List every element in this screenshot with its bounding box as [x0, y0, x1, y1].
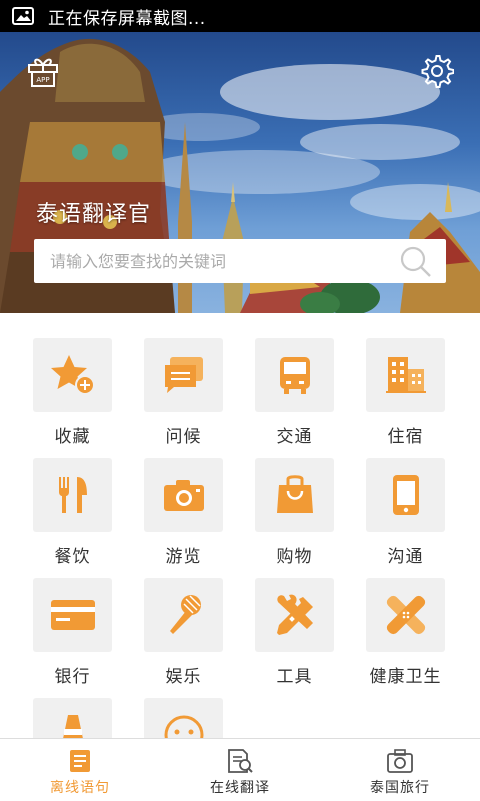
category-communication[interactable]: 沟通 — [350, 458, 461, 567]
shopping-bag-icon — [276, 475, 313, 513]
category-label: 餐饮 — [54, 547, 91, 567]
category-label: 工具 — [276, 667, 313, 687]
status-notification-text: 正在保存屏幕截图... — [48, 8, 206, 29]
category-label: 沟通 — [387, 547, 424, 567]
category-greetings[interactable]: 问候 — [128, 338, 239, 447]
gear-icon[interactable] — [420, 54, 454, 88]
microphone-icon — [169, 595, 201, 634]
category-favorites[interactable]: 收藏 — [17, 338, 128, 447]
hero-banner: APP 泰语翻译官 — [0, 32, 480, 313]
category-entertainment[interactable]: 娱乐 — [128, 578, 239, 687]
category-label: 娱乐 — [165, 667, 202, 687]
category-label: 购物 — [276, 547, 313, 567]
fork-knife-icon — [58, 477, 87, 513]
search-icon[interactable] — [398, 244, 432, 278]
category-label: 游览 — [165, 547, 202, 567]
category-sightseeing[interactable]: 游览 — [128, 458, 239, 567]
tab-label: 泰国旅行 — [370, 780, 430, 796]
tab-online-translate[interactable]: 在线翻译 — [160, 739, 320, 801]
chat-icon — [164, 357, 203, 393]
star-add-icon — [50, 355, 95, 395]
category-label: 健康卫生 — [369, 667, 442, 687]
category-accommodation[interactable]: 住宿 — [350, 338, 461, 447]
tab-label: 离线语句 — [50, 780, 110, 796]
travel-camera-icon — [387, 749, 413, 773]
search-input[interactable] — [48, 240, 398, 282]
status-bar: 正在保存屏幕截图... — [0, 0, 480, 32]
gift-icon[interactable]: APP — [26, 54, 60, 88]
bus-icon — [279, 357, 310, 394]
category-bank[interactable]: 银行 — [17, 578, 128, 687]
tab-offline-phrases[interactable]: 离线语句 — [0, 739, 160, 801]
bank-card-icon — [50, 600, 95, 630]
offline-phrases-icon — [70, 750, 90, 772]
online-translate-icon — [228, 749, 253, 773]
category-health[interactable]: 健康卫生 — [350, 578, 461, 687]
camera-icon — [163, 480, 204, 511]
category-tools[interactable]: 工具 — [239, 578, 350, 687]
phone-icon — [392, 475, 419, 515]
category-dining[interactable]: 餐饮 — [17, 458, 128, 567]
category-shopping[interactable]: 购物 — [239, 458, 350, 567]
bottom-tab-bar: 离线语句 在线翻译 泰国旅行 — [0, 738, 480, 801]
category-label: 问候 — [165, 427, 202, 447]
tools-icon — [276, 594, 313, 635]
category-transport[interactable]: 交通 — [239, 338, 350, 447]
category-label: 交通 — [276, 427, 313, 447]
tab-thailand-travel[interactable]: 泰国旅行 — [320, 739, 480, 801]
category-label: 收藏 — [54, 427, 91, 447]
category-label: 住宿 — [387, 427, 424, 447]
search-bar — [34, 239, 446, 283]
app-title: 泰语翻译官 — [36, 202, 152, 227]
bandage-icon — [386, 595, 425, 635]
tab-label: 在线翻译 — [210, 780, 270, 796]
image-icon — [12, 7, 34, 25]
category-label: 银行 — [54, 667, 91, 687]
building-icon — [385, 357, 426, 393]
gift-icon-text: APP — [36, 76, 49, 84]
